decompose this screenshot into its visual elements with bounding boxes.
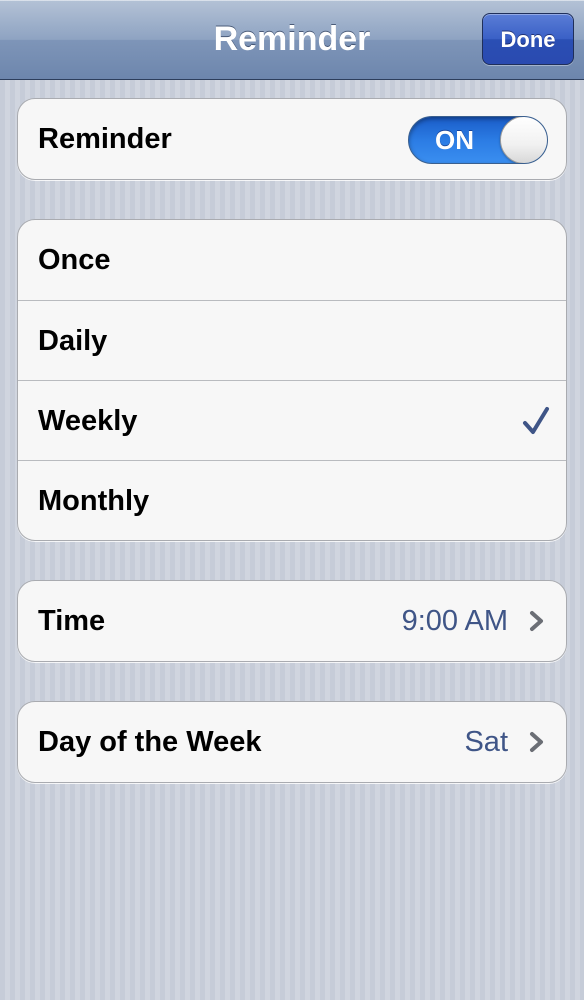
option-label: Weekly: [38, 405, 138, 437]
chevron-right-icon: [530, 732, 543, 752]
reminder-group: Reminder ON: [17, 98, 567, 180]
day-of-week-group: Day of the Week Sat: [17, 701, 567, 783]
time-label: Time: [38, 605, 106, 637]
checkmark-icon: [523, 407, 549, 434]
time-value: 9:00 AM: [401, 605, 508, 637]
day-of-week-label: Day of the Week: [38, 726, 262, 758]
navigation-bar: Reminder Done: [0, 0, 584, 80]
toggle-state-label: ON: [435, 125, 474, 155]
frequency-option-once[interactable]: Once: [18, 220, 566, 300]
frequency-option-weekly[interactable]: Weekly: [18, 380, 566, 460]
time-group: Time 9:00 AM: [17, 580, 567, 662]
reminder-toggle-switch[interactable]: ON: [408, 116, 548, 164]
option-label: Once: [38, 244, 111, 276]
reminder-row: Reminder ON: [18, 99, 566, 179]
day-of-week-value: Sat: [464, 726, 508, 758]
reminder-label: Reminder: [38, 123, 172, 155]
option-label: Daily: [38, 325, 108, 357]
toggle-knob[interactable]: [500, 117, 547, 163]
day-of-week-row[interactable]: Day of the Week Sat: [18, 702, 566, 782]
frequency-group: Once Daily Weekly Monthly: [17, 219, 567, 541]
option-label: Monthly: [38, 485, 150, 517]
chevron-right-icon: [530, 611, 543, 631]
done-button[interactable]: Done: [482, 13, 574, 65]
frequency-option-monthly[interactable]: Monthly: [18, 460, 566, 540]
time-row[interactable]: Time 9:00 AM: [18, 581, 566, 661]
frequency-option-daily[interactable]: Daily: [18, 300, 566, 380]
